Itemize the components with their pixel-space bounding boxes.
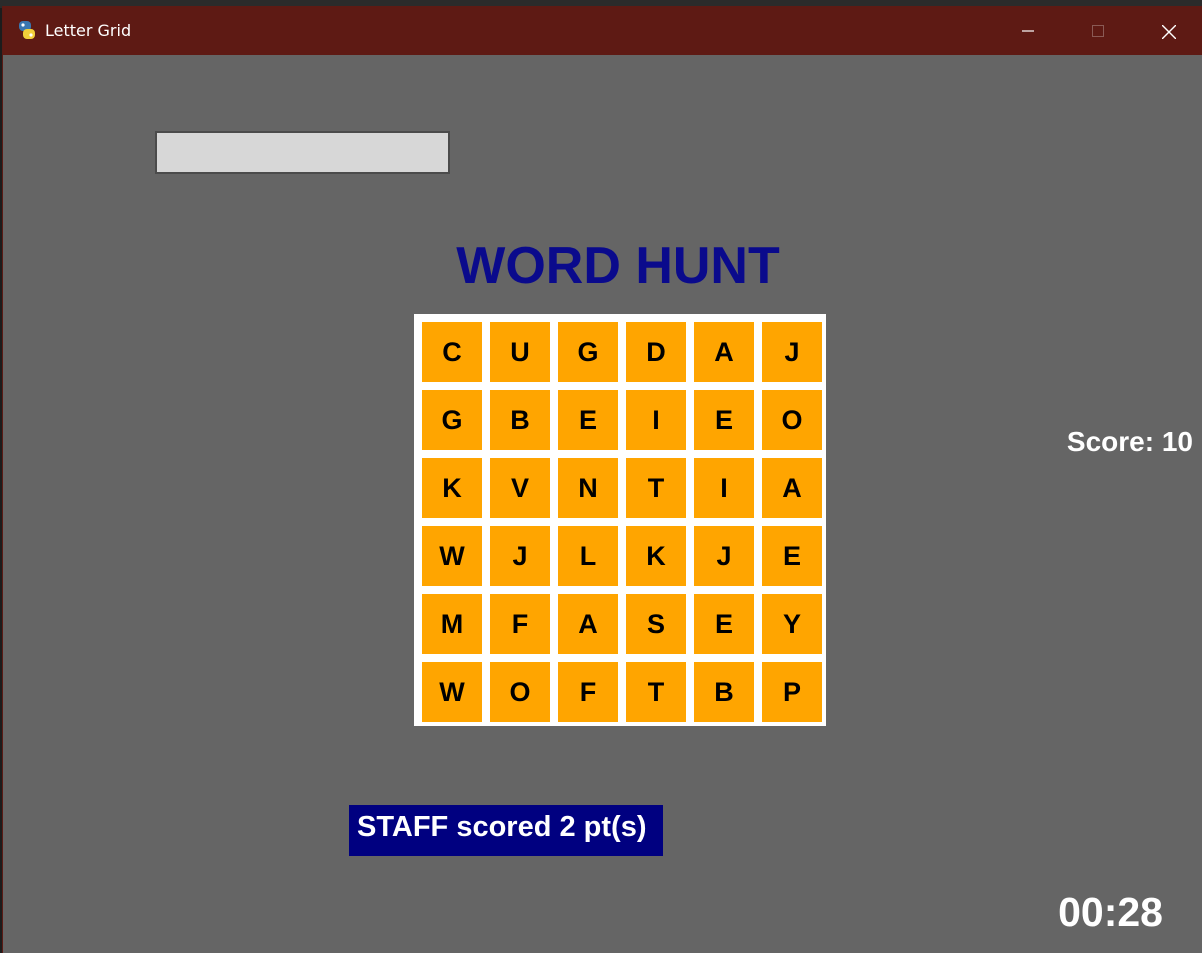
letter-tile[interactable]: T: [626, 458, 686, 518]
letter-tile[interactable]: V: [490, 458, 550, 518]
letter-tile[interactable]: W: [422, 662, 482, 722]
letter-tile[interactable]: W: [422, 526, 482, 586]
letter-tile[interactable]: P: [762, 662, 822, 722]
letter-tile[interactable]: A: [558, 594, 618, 654]
letter-tile[interactable]: G: [558, 322, 618, 382]
letter-grid: CUGDAJGBEIEOKVNTIAWJLKJEMFASEYWOFTBP: [414, 314, 826, 726]
score-label: Score: 10: [1066, 426, 1193, 457]
letter-tile[interactable]: C: [422, 322, 482, 382]
letter-tile[interactable]: B: [694, 662, 754, 722]
status-banner: STAFF scored 2 pt(s): [349, 805, 663, 856]
letter-tile[interactable]: K: [626, 526, 686, 586]
close-icon: [1162, 25, 1176, 39]
game-window: Letter Grid WORD HUNT CUGDAJGBEIEOKVNTIA…: [2, 6, 1202, 953]
letter-tile[interactable]: F: [558, 662, 618, 722]
letter-tile[interactable]: B: [490, 390, 550, 450]
letter-tile[interactable]: M: [422, 594, 482, 654]
letter-tile[interactable]: J: [490, 526, 550, 586]
letter-tile[interactable]: E: [558, 390, 618, 450]
letter-tile[interactable]: L: [558, 526, 618, 586]
letter-tile[interactable]: I: [694, 458, 754, 518]
letter-tile[interactable]: E: [694, 390, 754, 450]
letter-tile[interactable]: E: [694, 594, 754, 654]
letter-tile[interactable]: Y: [762, 594, 822, 654]
letter-tile[interactable]: U: [490, 322, 550, 382]
game-title: WORD HUNT: [456, 237, 780, 295]
title-bar[interactable]: Letter Grid: [3, 6, 1202, 55]
close-button[interactable]: [1133, 6, 1202, 55]
maximize-button[interactable]: [1063, 6, 1133, 55]
letter-tile[interactable]: F: [490, 594, 550, 654]
letter-tile[interactable]: O: [490, 662, 550, 722]
letter-tile[interactable]: E: [762, 526, 822, 586]
letter-tile[interactable]: O: [762, 390, 822, 450]
letter-tile[interactable]: J: [762, 322, 822, 382]
letter-tile[interactable]: G: [422, 390, 482, 450]
letter-tile[interactable]: N: [558, 458, 618, 518]
letter-tile[interactable]: T: [626, 662, 686, 722]
letter-tile[interactable]: J: [694, 526, 754, 586]
letter-tile[interactable]: D: [626, 322, 686, 382]
countdown-timer: 00:28: [1058, 889, 1163, 935]
minimize-button[interactable]: [993, 6, 1063, 55]
letter-tile[interactable]: K: [422, 458, 482, 518]
letter-tile[interactable]: A: [762, 458, 822, 518]
letter-tile[interactable]: I: [626, 390, 686, 450]
word-input[interactable]: [155, 131, 450, 174]
maximize-icon: [1092, 25, 1104, 37]
python-snake-icon: [16, 19, 38, 41]
minimize-icon: [1022, 30, 1034, 32]
letter-tile[interactable]: A: [694, 322, 754, 382]
status-message: STAFF scored 2 pt(s): [357, 811, 647, 843]
letter-tile[interactable]: S: [626, 594, 686, 654]
window-title: Letter Grid: [45, 21, 132, 40]
